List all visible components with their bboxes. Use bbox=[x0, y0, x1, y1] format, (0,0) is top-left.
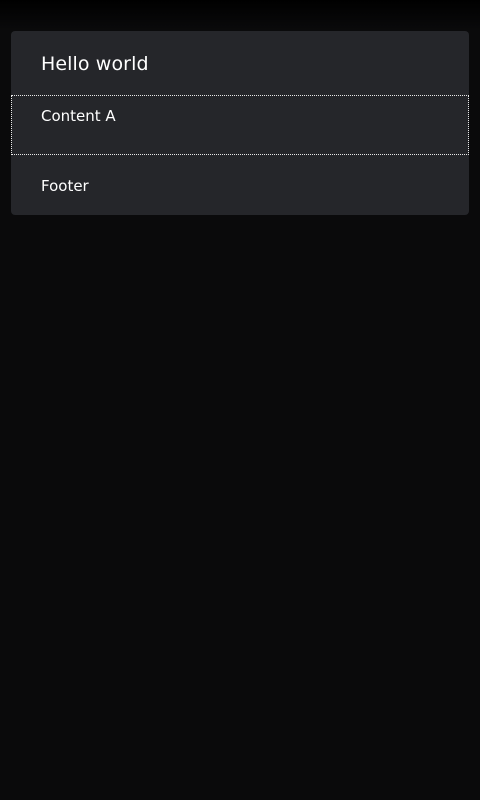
top-shade bbox=[0, 0, 480, 30]
card-header: Hello world bbox=[11, 31, 469, 95]
card-footer: Footer bbox=[11, 155, 469, 215]
card-content-item[interactable]: Content A bbox=[11, 95, 469, 155]
card-content-text: Content A bbox=[41, 107, 116, 125]
card-footer-text: Footer bbox=[41, 177, 89, 195]
card-title: Hello world bbox=[41, 53, 149, 75]
card: Hello world Content A Footer bbox=[11, 31, 469, 215]
